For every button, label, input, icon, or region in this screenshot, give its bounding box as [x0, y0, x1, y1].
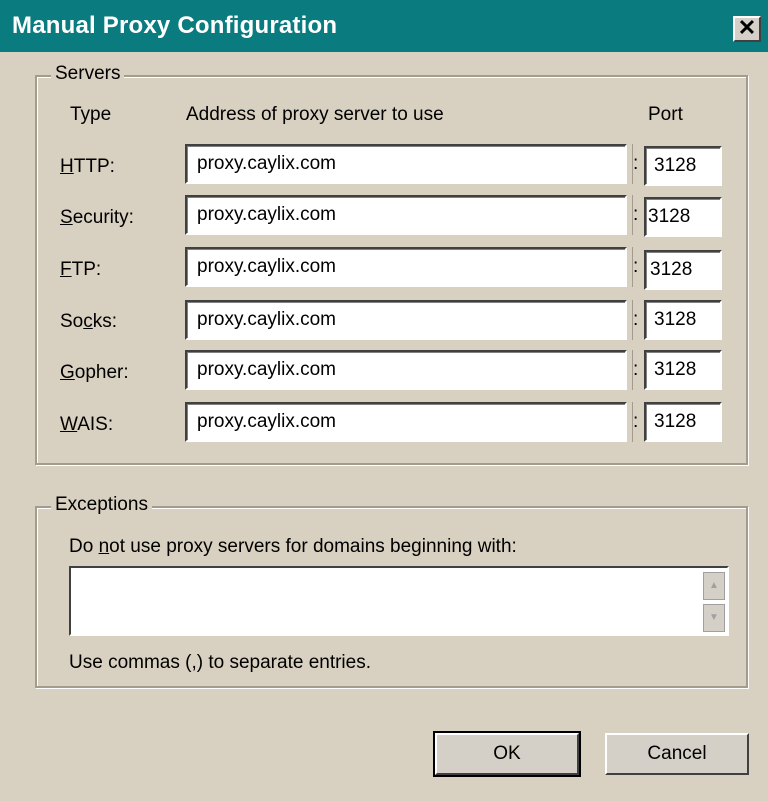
exceptions-textarea[interactable]: ▲ ▼ — [69, 566, 729, 636]
http-label: HTTP: — [60, 156, 115, 177]
wais-label: WAIS: — [60, 414, 114, 435]
ftp-address-input[interactable]: proxy.caylix.com — [185, 247, 627, 287]
gopher-port-input[interactable]: 3128 — [644, 350, 722, 390]
socks-separator: : — [632, 300, 643, 340]
cancel-button[interactable]: Cancel — [605, 733, 749, 775]
socks-address-input[interactable]: proxy.caylix.com — [185, 300, 627, 340]
gopher-separator: : — [632, 350, 643, 390]
ok-button[interactable]: OK — [433, 731, 581, 777]
gopher-address-input[interactable]: proxy.caylix.com — [185, 350, 627, 390]
exceptions-legend: Exceptions — [51, 494, 152, 516]
gopher-label: Gopher: — [60, 362, 129, 383]
http-separator: : — [632, 144, 643, 184]
socks-port-input[interactable]: 3128 — [644, 300, 722, 340]
wais-address-input[interactable]: proxy.caylix.com — [185, 402, 627, 442]
scroll-down-button[interactable]: ▼ — [703, 604, 725, 632]
socks-label: Socks: — [60, 311, 118, 332]
ftp-label: FTP: — [60, 259, 102, 280]
window-title: Manual Proxy Configuration — [12, 12, 338, 39]
ftp-separator: : — [632, 247, 643, 287]
title-bar[interactable]: Manual Proxy Configuration ✕ — [0, 0, 768, 52]
close-icon: ✕ — [737, 15, 757, 40]
address-header: Address of proxy server to use — [186, 104, 444, 125]
port-header: Port — [648, 104, 683, 125]
http-port-input[interactable]: 3128 — [644, 146, 722, 186]
close-button[interactable]: ✕ — [733, 16, 761, 42]
security-label: Security: — [60, 207, 134, 228]
exceptions-hint: Use commas (,) to separate entries. — [69, 652, 371, 673]
proxy-dialog: Manual Proxy Configuration ✕ Servers Typ… — [0, 0, 768, 801]
security-address-input[interactable]: proxy.caylix.com — [185, 195, 627, 235]
ftp-port-input[interactable]: 3128 — [644, 250, 722, 290]
servers-legend: Servers — [51, 63, 125, 85]
security-port-input[interactable]: 3128 — [644, 197, 722, 237]
http-address-input[interactable]: proxy.caylix.com — [185, 144, 627, 184]
type-header: Type — [70, 104, 112, 125]
scroll-up-button[interactable]: ▲ — [703, 572, 725, 600]
exceptions-instruction: Do not use proxy servers for domains beg… — [69, 536, 517, 557]
wais-separator: : — [632, 402, 643, 442]
wais-port-input[interactable]: 3128 — [644, 402, 722, 442]
security-separator: : — [632, 195, 643, 235]
